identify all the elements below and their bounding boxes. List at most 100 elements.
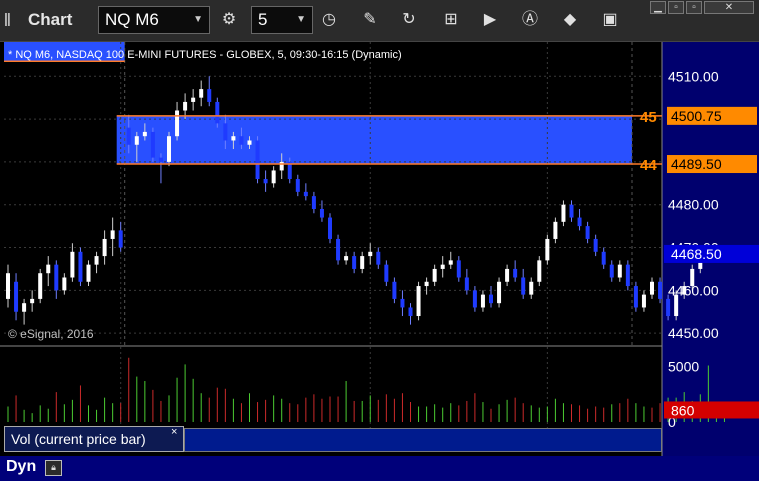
candle-body bbox=[118, 230, 123, 248]
candle-body bbox=[609, 264, 614, 278]
candle-body bbox=[247, 140, 252, 145]
candle-body bbox=[46, 264, 51, 274]
candle-body bbox=[658, 281, 663, 299]
candle-body bbox=[472, 290, 477, 308]
candle-body bbox=[199, 89, 204, 98]
volume-panel-label[interactable]: Vol (current price bar) bbox=[4, 426, 184, 452]
candle-body bbox=[344, 256, 349, 261]
candle-body bbox=[231, 136, 236, 141]
candle-body bbox=[408, 307, 413, 317]
level-number-label: 44 bbox=[640, 157, 657, 174]
copyright-text: © eSignal, 2016 bbox=[8, 327, 94, 341]
candle-body bbox=[183, 101, 188, 111]
time-axis-bar bbox=[0, 456, 759, 481]
candle-body bbox=[521, 277, 526, 295]
candle-body bbox=[255, 140, 260, 180]
candle-body bbox=[432, 268, 437, 282]
volume-current-text: 860 bbox=[671, 402, 695, 418]
candle-body bbox=[376, 251, 381, 265]
candle-body bbox=[360, 256, 365, 269]
volume-panel-close-button[interactable]: × bbox=[171, 426, 177, 438]
candle-body bbox=[666, 298, 671, 317]
candle-body bbox=[239, 136, 244, 145]
candle-body bbox=[126, 127, 131, 145]
candle-body bbox=[279, 161, 284, 171]
candle-body bbox=[561, 204, 566, 222]
level-price-text: 4489.50 bbox=[671, 156, 722, 172]
candle-body bbox=[62, 277, 67, 291]
candle-body bbox=[650, 281, 654, 295]
candle-body bbox=[311, 196, 316, 209]
candle-body bbox=[601, 251, 606, 265]
candle-body bbox=[134, 136, 139, 145]
candle-body bbox=[150, 131, 155, 158]
candle-body bbox=[158, 157, 163, 162]
candle-body bbox=[263, 179, 268, 184]
candle-body bbox=[207, 89, 212, 102]
candle-body bbox=[271, 170, 276, 184]
candle-body bbox=[400, 298, 405, 308]
candle-body bbox=[223, 123, 228, 141]
level-number-label: 45 bbox=[640, 109, 657, 126]
price-tick-label: 4460.00 bbox=[668, 282, 719, 298]
volume-label: Vol (current price bar) bbox=[11, 431, 146, 447]
candle-body bbox=[529, 281, 534, 295]
candle-body bbox=[384, 264, 389, 282]
dynamic-label[interactable]: Dyn bbox=[6, 458, 36, 476]
lock-icon[interactable]: 🔒︎ bbox=[45, 460, 62, 476]
candle-body bbox=[38, 273, 43, 299]
candle-body bbox=[22, 303, 27, 312]
candle-body bbox=[78, 251, 83, 282]
candle-body bbox=[295, 179, 300, 192]
chart-symbol-header: * NQ M6, NASDAQ 100 E-MINI FUTURES - GLO… bbox=[8, 49, 402, 61]
candle-body bbox=[167, 136, 171, 162]
candle-body bbox=[416, 286, 421, 317]
candle-body bbox=[585, 226, 590, 239]
candle-body bbox=[633, 286, 638, 308]
candle-body bbox=[328, 217, 332, 239]
candle-body bbox=[553, 221, 558, 239]
volume-panel-bar bbox=[184, 428, 662, 452]
candle-body bbox=[505, 268, 510, 282]
candle-body bbox=[110, 230, 115, 239]
candle-body bbox=[392, 281, 397, 299]
candle-body bbox=[617, 264, 622, 278]
candle-body bbox=[303, 191, 308, 197]
price-tick-label: 4480.00 bbox=[668, 197, 719, 213]
level-zone bbox=[116, 115, 632, 165]
candle-body bbox=[175, 110, 180, 137]
price-tick-label: 4450.00 bbox=[668, 325, 719, 341]
candle-body bbox=[625, 264, 630, 287]
candle-body bbox=[593, 238, 598, 252]
candle-body bbox=[70, 251, 75, 278]
candle-body bbox=[424, 281, 429, 287]
chart-canvas[interactable]: 4510.004500.004490.004480.004470.004460.… bbox=[0, 0, 759, 481]
candle-body bbox=[86, 264, 91, 282]
chart-window: || Chart NQ M6 ▼ ⚙ 5 ▼ ◷ ✎ ↻ ⊞ ▶ Ⓐ ◆ ▣ ▁… bbox=[0, 0, 759, 481]
candle-body bbox=[142, 131, 147, 137]
candle-body bbox=[497, 281, 502, 304]
candle-body bbox=[440, 264, 445, 269]
candle-body bbox=[537, 260, 542, 282]
candle-body bbox=[319, 208, 324, 218]
candle-body bbox=[94, 256, 99, 265]
candle-body bbox=[489, 294, 493, 304]
candle-body bbox=[513, 268, 518, 278]
price-tick-label: 4510.00 bbox=[668, 68, 719, 84]
candle-body bbox=[30, 298, 35, 304]
candle-body bbox=[464, 277, 469, 291]
last-price-text: 4468.50 bbox=[671, 246, 722, 262]
candle-body bbox=[54, 264, 59, 291]
candle-body bbox=[545, 238, 550, 261]
candle-body bbox=[352, 256, 357, 269]
candle-body bbox=[368, 251, 373, 257]
candle-body bbox=[448, 260, 453, 265]
candle-body bbox=[480, 294, 485, 308]
candle-body bbox=[215, 101, 220, 124]
candle-body bbox=[336, 238, 341, 261]
volume-tick-label: 5000 bbox=[668, 359, 699, 375]
candle-body bbox=[191, 97, 196, 102]
candle-body bbox=[6, 273, 10, 299]
candle-body bbox=[641, 294, 646, 308]
level-price-text: 4500.75 bbox=[671, 108, 722, 124]
